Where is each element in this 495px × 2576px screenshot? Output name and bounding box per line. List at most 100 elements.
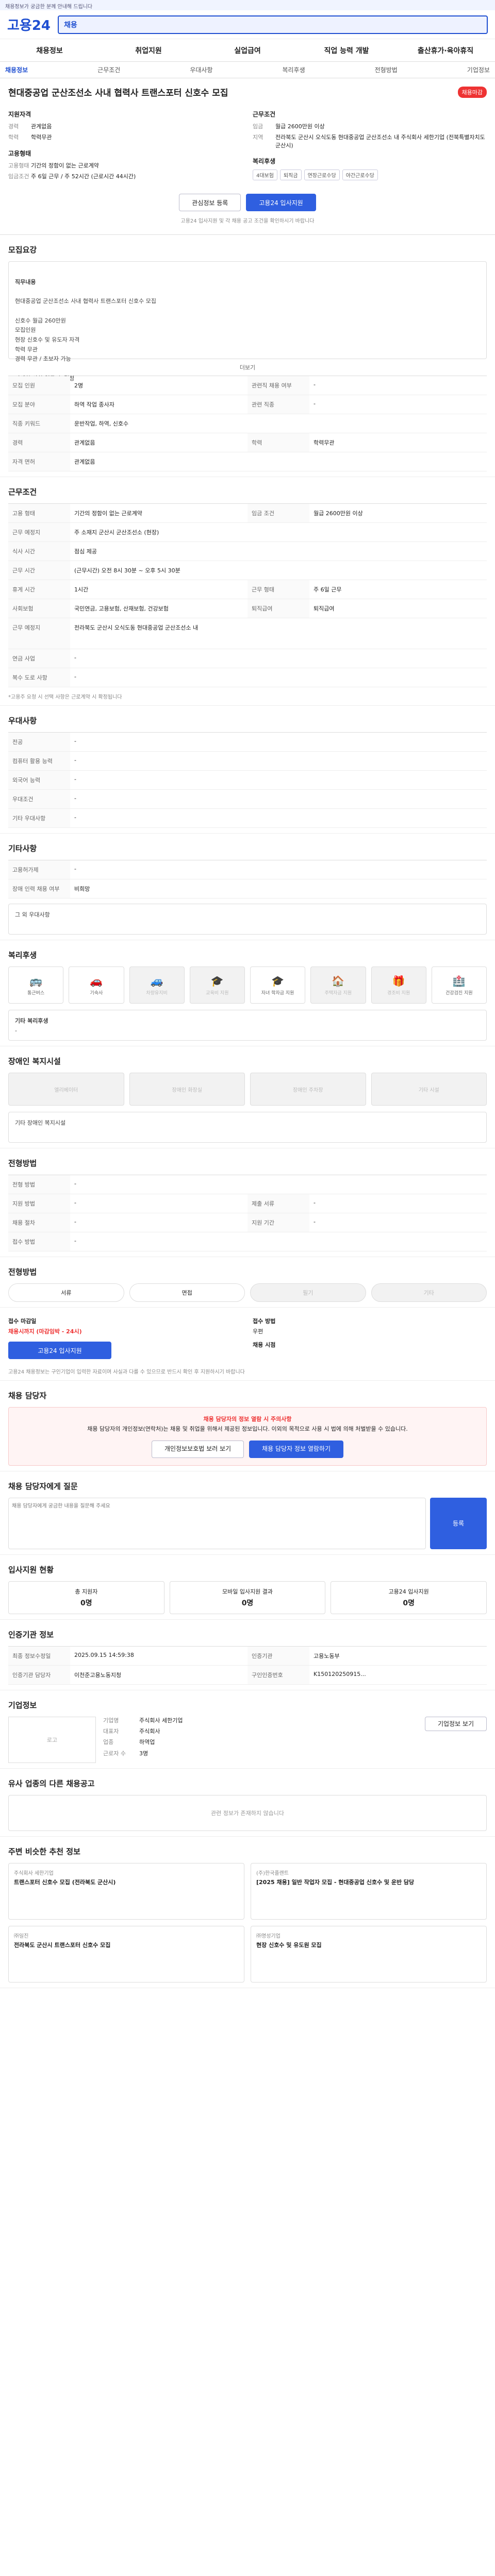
section-title: 전형방법 bbox=[8, 1267, 37, 1277]
tab-item[interactable]: 기업정보 bbox=[467, 65, 490, 74]
alert-text: 채용 담당자의 개인정보(연락처)는 채용 및 취업을 위해서 제공된 정보입니… bbox=[87, 1425, 408, 1432]
disability-item: 장애인 주차장 bbox=[250, 1073, 366, 1106]
send-button[interactable]: 등록 bbox=[430, 1497, 487, 1549]
work-note: *고용주 요청 시 선택 사항은 근로계약 시 확정됩니다 bbox=[8, 694, 122, 701]
search-input[interactable]: 채용 bbox=[58, 15, 488, 34]
job-card[interactable]: (주)한국플랜트 [2025 채용] 일반 작업자 모집 - 현대중공업 신호수 … bbox=[251, 1862, 487, 1920]
nav-item[interactable]: 채용정보 bbox=[0, 45, 99, 56]
receive-label: 접수 방법 bbox=[253, 1318, 276, 1325]
nav-item[interactable]: 출산휴가·육아휴직 bbox=[396, 45, 495, 56]
grid-key: 근무 예정지 bbox=[8, 523, 70, 543]
section-title: 근무조건 bbox=[8, 487, 37, 497]
job-card[interactable]: ㈜일진 전라북도 군산시 트랜스포터 신호수 모집 bbox=[8, 1925, 244, 1982]
main-nav: 채용정보 취업지원 실업급여 직업 능력 개발 출산휴가·육아휴직 bbox=[0, 39, 495, 62]
grid-key: 휴게 시간 bbox=[8, 580, 70, 600]
card-title: 트랜스포터 신호수 모집 (전라북도 군산시) bbox=[14, 1878, 116, 1886]
recruit-grid: 최종 정보수정일 2025.09.15 14:59:38 인증기관 고용노동부 인증기… bbox=[8, 1646, 487, 1685]
card-company: ㈜일진 bbox=[14, 1933, 29, 1939]
grid-value: 기간의 정함이 없는 근로계약 bbox=[70, 504, 248, 523]
grid-key: 자격 면허 bbox=[8, 452, 70, 472]
grid-key: 컴퓨터 활용 능력 bbox=[8, 752, 70, 771]
apply-stat-section: 입사지원 현황 총 지원자 0명 모바일 입사지원 결과 0명 고용24 입사지원 0… bbox=[0, 1555, 495, 1620]
tab-item[interactable]: 우대사항 bbox=[190, 65, 212, 74]
grid-value: 2025.09.15 14:59:38 bbox=[70, 1647, 248, 1666]
grid-key: 전형 방법 bbox=[8, 1175, 70, 1195]
grid-value: 주 6일 근무 bbox=[309, 580, 487, 600]
col-heading: 근무조건 bbox=[253, 111, 276, 118]
job-card[interactable]: ㈜명성기업 현장 신호수 및 유도원 모집 bbox=[251, 1925, 487, 1982]
grid-value: - bbox=[70, 771, 487, 790]
tab-item[interactable]: 근무조건 bbox=[97, 65, 120, 74]
grid-value: - bbox=[70, 733, 487, 752]
kv-key: 학력 bbox=[8, 134, 19, 141]
stat-value: 0명 bbox=[80, 1599, 92, 1607]
nav-item[interactable]: 직업 능력 개발 bbox=[297, 45, 396, 56]
benefit-item: 🎓 자녀 학자금 지원 bbox=[250, 967, 306, 1004]
warning-note: 고용24 채용정보는 구인기업이 입력한 자료이며 사실과 다를 수 있으므로 … bbox=[8, 1369, 245, 1376]
grid-key: 지원 방법 bbox=[8, 1194, 70, 1214]
nav-item[interactable]: 실업급여 bbox=[198, 45, 297, 56]
benefit-label: 건강검진 지원 bbox=[446, 990, 473, 996]
view-contact-button[interactable]: 채용 담당자 정보 열람하기 bbox=[249, 1440, 343, 1458]
stat-label: 고용24 입사지원 bbox=[388, 1588, 429, 1595]
section-title: 인증기관 정보 bbox=[8, 1630, 54, 1639]
grid-key: 연금 사업 bbox=[8, 649, 70, 669]
tab-item[interactable]: 전형방법 bbox=[375, 65, 398, 74]
privacy-law-button[interactable]: 개인정보보호법 보러 보기 bbox=[152, 1440, 244, 1458]
benefit-item: 🎓 교육비 지원 bbox=[189, 967, 245, 1004]
benefit-icon: 🎓 bbox=[210, 974, 224, 987]
grid-value: 주 소재지 군산시 군산조선소 (현장) bbox=[70, 523, 487, 543]
kv-key: 근로자 수 bbox=[103, 1750, 126, 1757]
grid-key: 모집 인원 bbox=[8, 376, 70, 396]
work-grid: 고용 형태 기간의 정함이 없는 근로계약 임금 조건 월급 2600만원 이상 근무… bbox=[8, 503, 487, 688]
tab-item[interactable]: 채용정보 bbox=[5, 65, 28, 74]
empty-message: 관련 정보가 존재하지 않습니다 bbox=[8, 1794, 487, 1831]
company-info-button[interactable]: 기업정보 보기 bbox=[424, 1716, 487, 1731]
section-title: 유사 업종의 다른 채용공고 bbox=[8, 1778, 95, 1788]
grid-value: - bbox=[70, 860, 487, 880]
job-card[interactable]: 주식회사 세한기업 트랜스포터 신호수 모집 (전라북도 군산시) bbox=[8, 1862, 244, 1920]
question-input[interactable] bbox=[8, 1497, 426, 1549]
job-title: 현대중공업 군산조선소 사내 협력사 트랜스포터 신호수 모집 bbox=[8, 88, 228, 98]
box-label: 직무내용 bbox=[15, 278, 36, 285]
grid-key: 채용 절차 bbox=[8, 1213, 70, 1233]
grid-key: 고용허가제 bbox=[8, 860, 70, 880]
benefit-label: 기숙사 bbox=[90, 990, 103, 996]
benefit-item: 🏠 주택자금 지원 bbox=[310, 967, 366, 1004]
etc-extra: 그 외 우대사항 bbox=[8, 904, 487, 935]
stat-card: 모바일 입사지원 결과 0명 bbox=[169, 1581, 326, 1614]
site-logo[interactable]: 고용24 bbox=[7, 15, 51, 34]
section-title: 입사지원 현황 bbox=[8, 1565, 54, 1574]
benefit-section: 복리후생 🚌 통근버스 🚗 기숙사 🚙 차량유지비 🎓 교육비 지원 🎓 자녀 학자금 지원 🏠 주택… bbox=[0, 940, 495, 1047]
more-button[interactable]: 더보기 bbox=[8, 359, 487, 376]
col-heading: 지원자격 bbox=[8, 111, 31, 118]
stat-card: 총 지원자 0명 bbox=[8, 1581, 164, 1614]
apply-button[interactable]: 고용24 입사지원 bbox=[246, 194, 316, 212]
section-title: 우대사항 bbox=[8, 716, 37, 726]
section-title: 기타사항 bbox=[8, 844, 37, 854]
grid-value: - bbox=[309, 1194, 487, 1214]
grid-value: 국민연금, 고용보험, 산재보험, 건강보험 bbox=[70, 599, 248, 619]
grid-key: 근무 형태 bbox=[248, 580, 309, 600]
disability-item: 기타 시설 bbox=[371, 1073, 487, 1106]
kv-value: 전라북도 군산시 오식도동 현대중공업 군산조선소 내 주식회사 세한기업 (전… bbox=[275, 134, 485, 149]
kv-value: 하역업 bbox=[139, 1739, 155, 1746]
grid-value: (근무시간) 오전 8시 30분 ~ 오후 5시 30분 bbox=[70, 561, 487, 581]
nav-item[interactable]: 취업지원 bbox=[99, 45, 198, 56]
work-section: 근무조건 고용 형태 기간의 정함이 없는 근로계약 임금 조건 월급 2600만원 … bbox=[0, 477, 495, 706]
benefit-icon: 🚌 bbox=[29, 974, 43, 987]
scrap-button[interactable]: 관심정보 등록 bbox=[179, 194, 241, 212]
receive-label: 채용 시점 bbox=[253, 1342, 276, 1349]
benefit-icon: 🚙 bbox=[150, 974, 163, 987]
grid-value: 이천준고용노동지청 bbox=[70, 1666, 248, 1685]
grid-key: 제출 서류 bbox=[248, 1194, 309, 1214]
grid-key: 인증기관 담당자 bbox=[8, 1665, 70, 1685]
grid-key: 외국어 능력 bbox=[8, 771, 70, 790]
grid-key: 관련 직종 bbox=[248, 395, 309, 415]
benefit-label: 교육비 지원 bbox=[206, 990, 229, 996]
apply-button[interactable]: 고용24 입사지원 bbox=[8, 1342, 111, 1360]
grid-value: 운반작업, 하역, 신호수 bbox=[70, 414, 487, 434]
tab-item[interactable]: 복리후생 bbox=[282, 65, 305, 74]
nearby-section: 주변 비슷한 추천 정보 주식회사 세한기업 트랜스포터 신호수 모집 (전라북도… bbox=[0, 1837, 495, 1988]
pref-grid: 전공 - 컴퓨터 활용 능력 - 외국어 능력 - 우대조건 - 기타 우대사항 - bbox=[8, 732, 487, 828]
